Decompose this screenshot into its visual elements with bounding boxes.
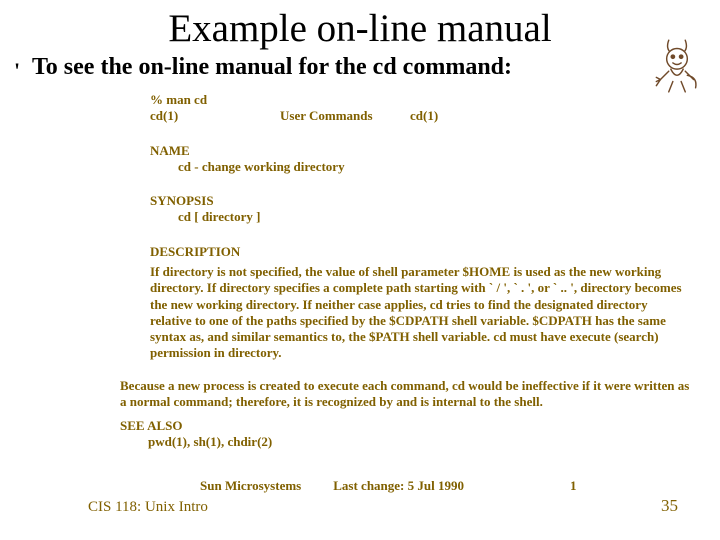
- man-seealso-head: SEE ALSO: [120, 418, 690, 434]
- subtitle: To see the on-line manual for the cd com…: [32, 54, 512, 81]
- man-header-center: User Commands: [280, 108, 410, 124]
- man-description-block: If directory is not specified, the value…: [120, 260, 690, 410]
- man-description-p2: Because a new process is created to exec…: [120, 378, 690, 411]
- man-header-left: cd(1): [150, 108, 280, 124]
- bsd-daemon-icon: [646, 34, 708, 96]
- man-seealso-body: pwd(1), sh(1), chdir(2): [120, 434, 690, 450]
- man-prompt: % man cd: [150, 92, 690, 108]
- man-footer-vendor: Sun Microsystems: [200, 478, 330, 494]
- slide: Example on-line manual ' To see the on-l…: [0, 0, 720, 540]
- man-footer-date: Last change: 5 Jul 1990: [333, 478, 513, 494]
- slide-number: 35: [661, 496, 678, 516]
- man-name-head: NAME: [150, 143, 690, 159]
- man-description-head: DESCRIPTION: [150, 244, 690, 260]
- bullet-icon: ': [14, 58, 20, 84]
- man-header-row: cd(1) User Commands cd(1): [150, 108, 480, 124]
- man-description-p1: If directory is not specified, the value…: [120, 264, 690, 362]
- slide-title: Example on-line manual: [0, 6, 720, 51]
- man-synopsis-head: SYNOPSIS: [150, 193, 690, 209]
- man-seealso-block: SEE ALSO pwd(1), sh(1), chdir(2): [120, 418, 690, 451]
- man-synopsis-body: cd [ directory ]: [150, 209, 690, 225]
- man-name-body: cd - change working directory: [150, 159, 690, 175]
- slide-footer-left: CIS 118: Unix Intro: [88, 499, 208, 516]
- man-footer-page: 1: [517, 478, 577, 494]
- man-page-top: % man cd cd(1) User Commands cd(1) NAME …: [150, 92, 690, 260]
- man-header-right: cd(1): [410, 108, 480, 124]
- man-footer-row: Sun Microsystems Last change: 5 Jul 1990…: [200, 478, 650, 494]
